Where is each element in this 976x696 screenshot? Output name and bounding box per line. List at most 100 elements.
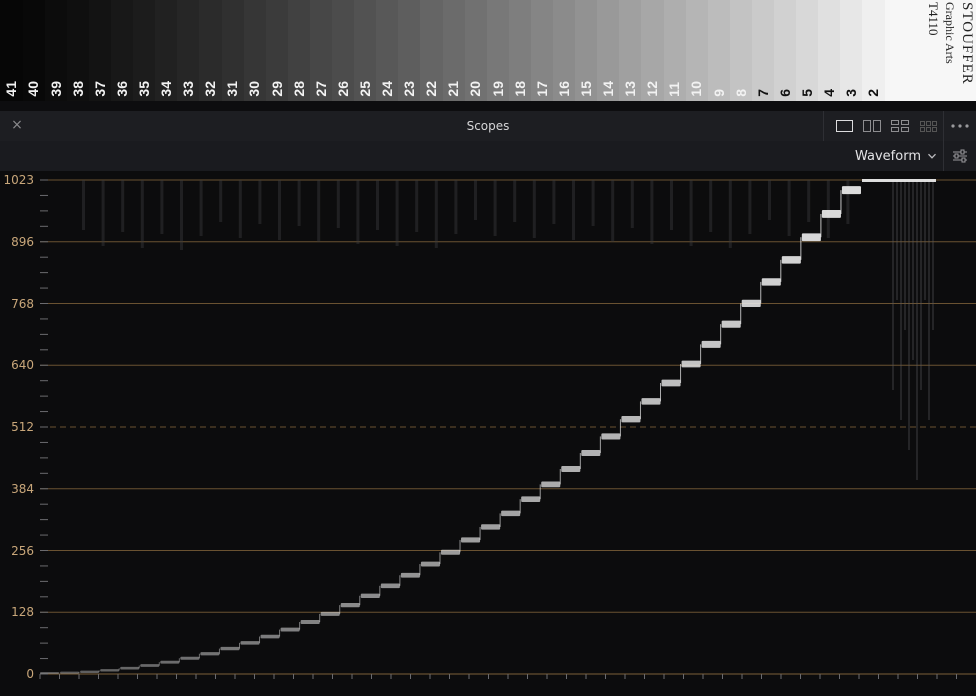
wedge-step: 13 xyxy=(618,0,642,101)
wedge-step-number: 33 xyxy=(180,81,197,97)
wedge-step-number: 13 xyxy=(622,81,639,97)
wedge-step-number: 15 xyxy=(577,81,594,97)
wedge-step-number: 12 xyxy=(644,81,661,97)
wedge-step-number: 31 xyxy=(224,81,241,97)
waveform-step xyxy=(641,398,661,405)
waveform-step xyxy=(681,360,701,368)
wedge-step: 23 xyxy=(397,0,421,101)
waveform-streak xyxy=(219,180,223,222)
waveform-streak xyxy=(552,180,556,224)
y-axis-label: 0 xyxy=(26,667,34,681)
wedge-step-number: 37 xyxy=(91,81,108,97)
wedge-step-number: 5 xyxy=(798,89,815,97)
wedge-step: 41 xyxy=(0,0,23,101)
waveform-step xyxy=(160,660,180,664)
waveform-streak xyxy=(297,180,301,226)
waveform-step xyxy=(40,672,60,675)
wedge-step: 35 xyxy=(132,0,156,101)
waveform-streak xyxy=(160,180,164,234)
wedge-step: 19 xyxy=(486,0,509,101)
wedge-step: 32 xyxy=(198,0,222,101)
waveform-step xyxy=(621,416,641,423)
waveform-streak xyxy=(826,180,830,238)
dual-view-icon[interactable] xyxy=(858,115,886,137)
scope-mode-label: Waveform xyxy=(855,148,921,164)
wedge-step-number: 4 xyxy=(821,89,838,97)
waveform-step xyxy=(581,449,601,457)
waveform-step xyxy=(340,603,360,608)
wedge-step: 14 xyxy=(596,0,620,101)
sliders-icon[interactable] xyxy=(943,141,976,171)
waveform-step xyxy=(541,481,561,488)
waveform-streak xyxy=(474,180,477,220)
waveform-streak xyxy=(532,180,536,238)
hex-view-icon[interactable] xyxy=(914,115,942,137)
wedge-step-number: 30 xyxy=(246,81,263,97)
wedge-step: 28 xyxy=(287,0,310,101)
brand-line-1: STOUFFER xyxy=(959,2,975,85)
waveform-streak xyxy=(121,180,125,232)
wedge-step-number: 41 xyxy=(3,81,20,97)
waveform-streak xyxy=(82,180,85,230)
waveform-streak xyxy=(908,180,910,450)
wedge-step: 39 xyxy=(44,0,67,101)
waveform-step xyxy=(380,583,400,589)
scopes-titlebar: × Scopes xyxy=(0,111,976,142)
wedge-step-number: 19 xyxy=(489,81,506,97)
waveform-step xyxy=(721,320,741,328)
waveform-streak xyxy=(493,180,497,236)
wedge-step-number: 8 xyxy=(732,89,749,97)
waveform-step xyxy=(240,641,260,645)
wedge-step-number: 14 xyxy=(600,81,617,97)
waveform-streak xyxy=(591,180,595,226)
waveform-streak xyxy=(916,180,918,480)
wedge-step: 22 xyxy=(419,0,443,101)
waveform-step xyxy=(801,233,821,242)
waveform-step xyxy=(300,620,320,625)
waveform-streak xyxy=(728,180,732,248)
wedge-step-number: 3 xyxy=(843,89,860,97)
wedge-step-number: 11 xyxy=(666,82,683,97)
wedge-step: 6 xyxy=(773,0,797,101)
wedge-step-number: 40 xyxy=(25,81,42,97)
waveform-streak xyxy=(258,180,262,224)
scope-mode-dropdown[interactable]: Waveform xyxy=(855,141,936,171)
scope-toolbar: Waveform xyxy=(0,141,976,172)
waveform-step xyxy=(601,433,621,440)
single-view-icon[interactable] xyxy=(830,115,858,137)
wedge-label-block: STOUFFER Graphic Arts T4110 xyxy=(890,0,976,101)
brand-line-2: Graphic Arts xyxy=(943,2,957,64)
waveform-streak xyxy=(572,180,575,240)
waveform-step xyxy=(100,669,120,672)
waveform-step xyxy=(841,186,861,195)
waveform-streak xyxy=(101,180,105,246)
waveform-step xyxy=(781,256,801,264)
waveform-streak xyxy=(748,180,752,234)
waveform-streak xyxy=(317,180,321,242)
wedge-step-number: 2 xyxy=(865,89,882,97)
wedge-step: 38 xyxy=(66,0,89,101)
waveform-step xyxy=(481,524,501,530)
waveform-streak xyxy=(928,180,930,420)
wedge-step-number: 18 xyxy=(511,81,528,97)
wedge-step: 4 xyxy=(817,0,841,101)
waveform-step xyxy=(140,664,160,667)
waveform-streak xyxy=(356,180,360,244)
waveform-step xyxy=(260,634,280,639)
wedge-step-number: 39 xyxy=(47,81,64,97)
wedge-step-number: 22 xyxy=(423,81,440,97)
more-horizontal-icon[interactable] xyxy=(943,111,976,141)
wedge-step-number: 16 xyxy=(555,81,572,97)
wedge-step: 3 xyxy=(839,0,863,101)
y-axis-label: 128 xyxy=(11,605,34,620)
waveform-streak xyxy=(180,180,183,250)
wedge-step: 37 xyxy=(88,0,112,101)
waveform-step xyxy=(200,652,220,656)
quad-view-icon[interactable] xyxy=(886,115,914,137)
waveform-streak xyxy=(892,180,894,390)
waveform-streak xyxy=(611,180,615,242)
waveform-step xyxy=(280,627,300,632)
wedge-step-number: 32 xyxy=(202,81,219,97)
wedge-step: 26 xyxy=(331,0,355,101)
step-wedge-image: 1234567891011121314151617181920212223242… xyxy=(0,0,976,101)
